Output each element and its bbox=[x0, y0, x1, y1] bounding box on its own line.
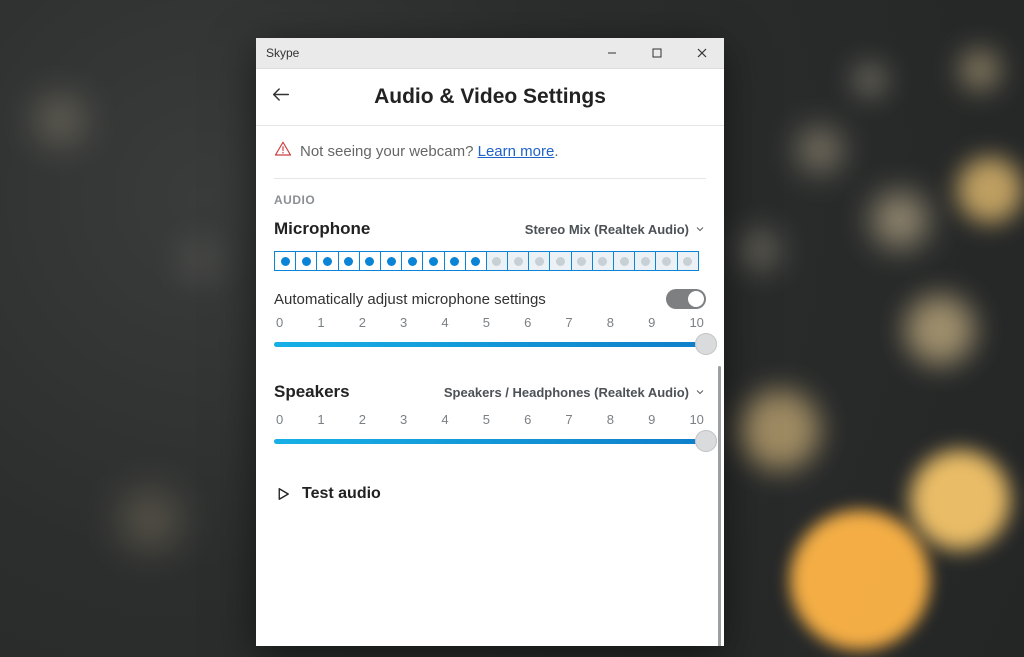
minimize-button[interactable] bbox=[589, 38, 634, 68]
tick-label: 4 bbox=[441, 412, 448, 427]
tick-label: 2 bbox=[359, 412, 366, 427]
speakers-row: Speakers Speakers / Headphones (Realtek … bbox=[274, 382, 706, 402]
meter-cell bbox=[550, 252, 571, 270]
tick-label: 8 bbox=[607, 412, 614, 427]
close-button[interactable] bbox=[679, 38, 724, 68]
tick-label: 10 bbox=[689, 315, 703, 330]
slider-ticks: 0 1 2 3 4 5 6 7 8 9 10 bbox=[274, 315, 706, 334]
meter-cell bbox=[381, 252, 402, 270]
microphone-volume-slider[interactable]: 0 1 2 3 4 5 6 7 8 9 10 bbox=[274, 315, 706, 354]
tick-label: 1 bbox=[317, 315, 324, 330]
webcam-learn-more-link[interactable]: Learn more bbox=[478, 143, 555, 160]
skype-settings-window: Skype Audio & Video Settings Not seeing … bbox=[256, 38, 724, 646]
warning-icon bbox=[274, 140, 292, 162]
slider-thumb[interactable] bbox=[695, 333, 717, 355]
play-icon bbox=[274, 485, 292, 503]
tick-label: 6 bbox=[524, 412, 531, 427]
auto-adjust-row: Automatically adjust microphone settings bbox=[274, 289, 706, 309]
tick-label: 5 bbox=[483, 412, 490, 427]
settings-content: Not seeing your webcam? Learn more. AUDI… bbox=[256, 126, 724, 646]
slider-thumb[interactable] bbox=[695, 430, 717, 452]
chevron-down-icon bbox=[694, 223, 706, 235]
test-audio-button[interactable]: Test audio bbox=[274, 479, 706, 509]
microphone-row: Microphone Stereo Mix (Realtek Audio) bbox=[274, 219, 706, 239]
meter-cell bbox=[529, 252, 550, 270]
speakers-volume-slider[interactable]: 0 1 2 3 4 5 6 7 8 9 10 bbox=[274, 412, 706, 451]
meter-cell bbox=[572, 252, 593, 270]
scrollbar[interactable] bbox=[718, 366, 721, 646]
page-header: Audio & Video Settings bbox=[256, 69, 724, 126]
tick-label: 3 bbox=[400, 315, 407, 330]
webcam-warning: Not seeing your webcam? Learn more. bbox=[274, 126, 706, 174]
auto-adjust-toggle[interactable] bbox=[666, 289, 706, 309]
tick-label: 2 bbox=[359, 315, 366, 330]
tick-label: 1 bbox=[317, 412, 324, 427]
speakers-device-select[interactable]: Speakers / Headphones (Realtek Audio) bbox=[444, 385, 706, 400]
tick-label: 6 bbox=[524, 315, 531, 330]
tick-label: 0 bbox=[276, 412, 283, 427]
tick-label: 8 bbox=[607, 315, 614, 330]
microphone-device-select[interactable]: Stereo Mix (Realtek Audio) bbox=[525, 222, 706, 237]
meter-cell bbox=[656, 252, 677, 270]
tick-label: 0 bbox=[276, 315, 283, 330]
tick-label: 5 bbox=[483, 315, 490, 330]
meter-cell bbox=[508, 252, 529, 270]
meter-cell bbox=[593, 252, 614, 270]
back-button[interactable] bbox=[270, 84, 292, 111]
speakers-title: Speakers bbox=[274, 382, 350, 402]
tick-label: 3 bbox=[400, 412, 407, 427]
tick-label: 9 bbox=[648, 315, 655, 330]
tick-label: 7 bbox=[565, 315, 572, 330]
microphone-device-name: Stereo Mix (Realtek Audio) bbox=[525, 222, 689, 237]
meter-cell bbox=[339, 252, 360, 270]
meter-cell bbox=[466, 252, 487, 270]
maximize-button[interactable] bbox=[634, 38, 679, 68]
audio-section-label: AUDIO bbox=[274, 193, 706, 207]
microphone-level-meter bbox=[274, 251, 699, 271]
app-title: Skype bbox=[266, 46, 299, 60]
microphone-title: Microphone bbox=[274, 219, 370, 239]
meter-cell bbox=[423, 252, 444, 270]
divider bbox=[274, 178, 706, 179]
meter-cell bbox=[317, 252, 338, 270]
meter-cell bbox=[402, 252, 423, 270]
tick-label: 9 bbox=[648, 412, 655, 427]
meter-cell bbox=[445, 252, 466, 270]
meter-cell bbox=[487, 252, 508, 270]
auto-adjust-label: Automatically adjust microphone settings bbox=[274, 291, 546, 308]
meter-cell bbox=[296, 252, 317, 270]
tick-label: 4 bbox=[441, 315, 448, 330]
speakers-device-name: Speakers / Headphones (Realtek Audio) bbox=[444, 385, 689, 400]
webcam-warning-trailing: . bbox=[554, 143, 558, 160]
meter-cell bbox=[678, 252, 698, 270]
arrow-left-icon bbox=[270, 84, 292, 106]
meter-cell bbox=[635, 252, 656, 270]
page-title: Audio & Video Settings bbox=[374, 85, 606, 109]
chevron-down-icon bbox=[694, 386, 706, 398]
tick-label: 7 bbox=[565, 412, 572, 427]
test-audio-label: Test audio bbox=[302, 485, 381, 503]
meter-cell bbox=[360, 252, 381, 270]
slider-ticks: 0 1 2 3 4 5 6 7 8 9 10 bbox=[274, 412, 706, 431]
tick-label: 10 bbox=[689, 412, 703, 427]
webcam-warning-text: Not seeing your webcam? bbox=[300, 143, 473, 160]
meter-cell bbox=[275, 252, 296, 270]
window-titlebar[interactable]: Skype bbox=[256, 38, 724, 69]
meter-cell bbox=[614, 252, 635, 270]
